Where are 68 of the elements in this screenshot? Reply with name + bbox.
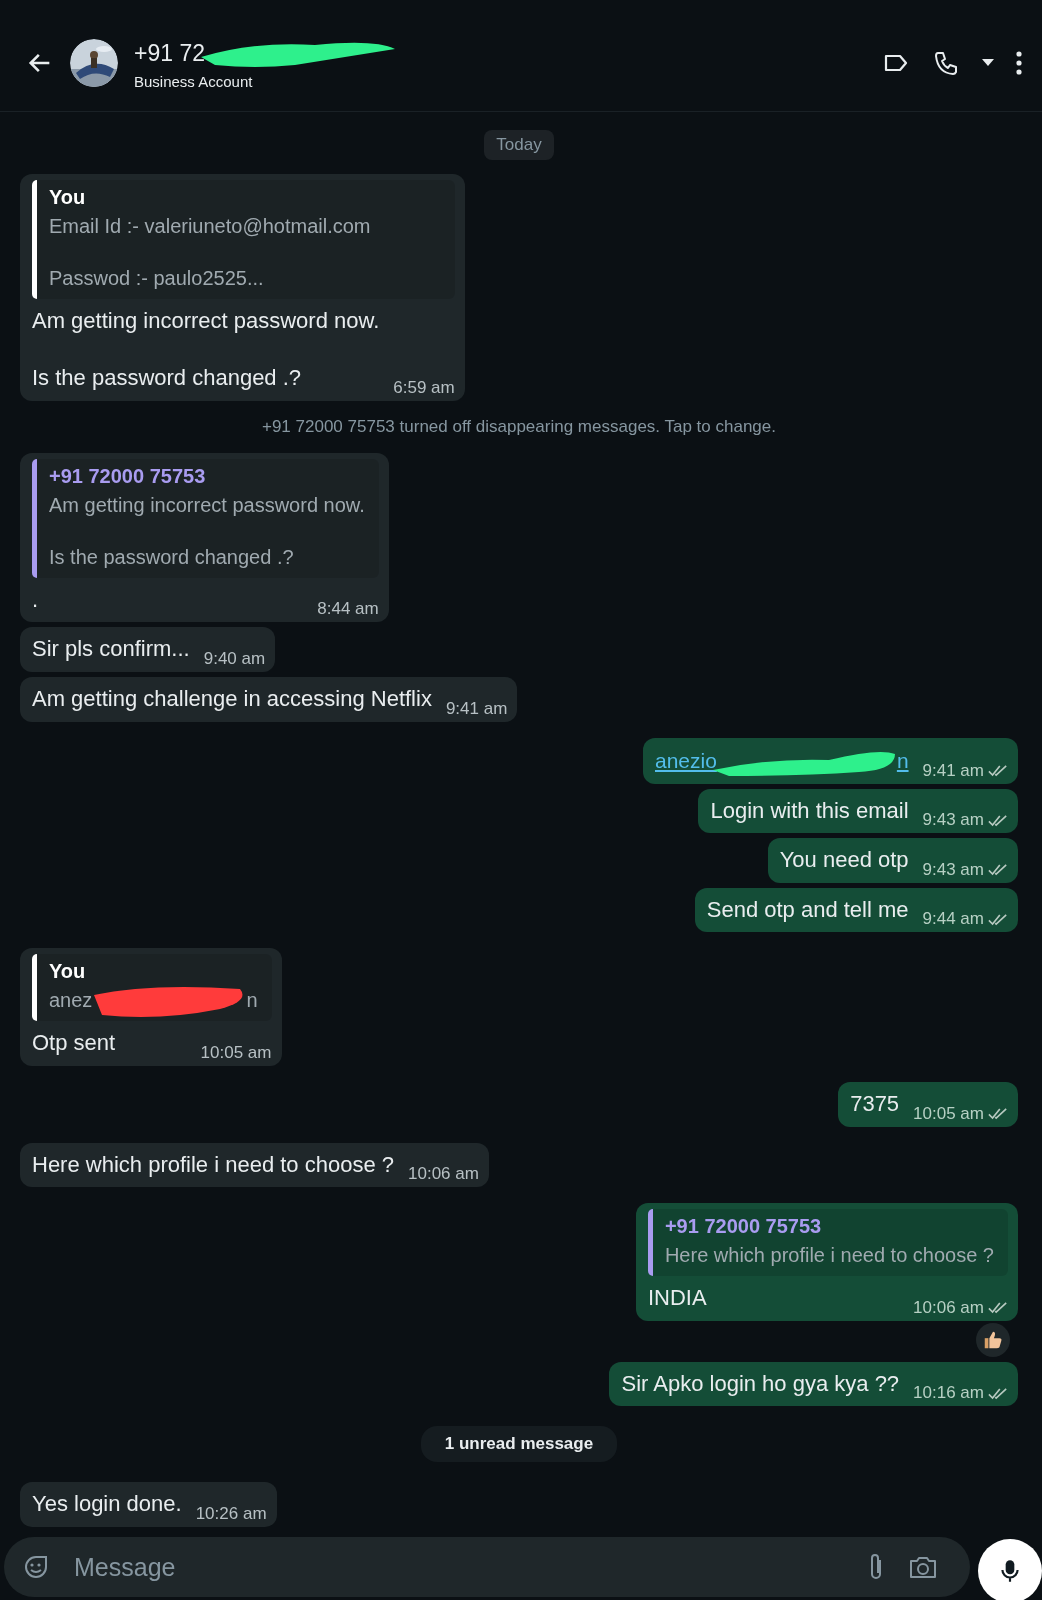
message-text: You need otp [779,846,909,875]
camera-icon[interactable] [908,1554,938,1580]
message-text: Am getting challenge in accessing Netflix [32,684,432,713]
message-bubble[interactable]: +91 72000 75753 Am getting incorrect password now. Is the password changed .? . 8:44 am [20,452,389,623]
message-text: Yes login done. [32,1490,182,1519]
reaction-badge[interactable] [976,1322,1010,1357]
message-time: 10:16 am [913,1383,984,1404]
quote-text: Email Id :- valeriuneto@hotmail.com Passwod :- paulo2525... [49,214,371,291]
quote-text: Here which profile i need to choose ? [664,1243,994,1269]
message-text: Here which profile i need to choose ? [32,1150,394,1179]
message-text: 7375 [850,1089,900,1118]
message-time: 9:43 am [922,859,984,880]
message-time: 10:05 am [913,1103,984,1124]
more-options-icon[interactable] [1016,50,1022,75]
quoted-message[interactable]: You anez n [32,954,272,1022]
account-type: Business Account [134,73,254,90]
message-time: 9:44 am [922,909,984,930]
message-time: 9:41 am [922,760,984,781]
quote-text: n [246,988,258,1014]
sticker-icon[interactable] [22,1553,50,1581]
message-bubble[interactable]: You Email Id :- valeriuneto@hotmail.com Passwod :- paulo2525... Am getting incorrect password now. Is the password changed .? 6:59 am [20,174,465,401]
message-bubble[interactable]: Here which profile i need to choose ? 10:06 am [20,1142,489,1188]
message-text: Login with this email [710,796,909,825]
quoted-message[interactable]: +91 72000 75753 Am getting incorrect password now. Is the password changed .? [32,458,379,578]
message-time: 8:44 am [317,599,379,620]
message-bubble[interactable]: Send otp and tell me 9:44 am [694,887,1018,933]
message-text: Sir pls confirm... [32,635,190,664]
caret-icon[interactable] [982,58,994,67]
date-chip: Today [484,130,554,160]
message-time: 9:43 am [922,810,984,831]
message-time: 9:41 am [445,698,508,719]
quote-author: +91 72000 75753 [664,1215,823,1239]
quote-text: anez [49,988,93,1014]
message-text: INDIA [647,1284,707,1313]
quote-text: Am getting incorrect password now. Is the password changed .? [49,492,365,570]
message-bubble[interactable]: Am getting challenge in accessing Netflix 9:41 am [20,676,518,722]
composer-bar[interactable]: Message [4,1537,970,1597]
contact-name[interactable]: +91 72 [134,39,205,67]
message-bubble[interactable]: Sir Apko login ho gya kya ?? 10:16 am [609,1361,1018,1407]
message-bubble[interactable]: Sir pls confirm... 9:40 am [20,627,276,672]
message-bubble[interactable]: anezio n 9:41 am [643,737,1018,784]
message-time: 10:06 am [408,1164,479,1185]
message-bubble[interactable]: Login with this email 9:43 am [698,788,1018,834]
email-link[interactable]: anezio [655,748,717,773]
message-text: Sir Apko login ho gya kya ?? [621,1369,900,1398]
message-time: 6:59 am [393,377,455,398]
message-time: 10:05 am [200,1042,272,1063]
quote-author: +91 72000 75753 [49,464,207,488]
message-bubble[interactable]: 7375 10:05 am [838,1081,1018,1127]
quoted-message[interactable]: You Email Id :- valeriuneto@hotmail.com Passwod :- paulo2525... [32,180,455,299]
message-time: 10:06 am [913,1297,984,1318]
quote-author: You [49,186,87,209]
message-text: . [32,585,39,614]
message-bubble[interactable]: Yes login done. 10:26 am [20,1482,277,1527]
message-text: Otp sent [32,1029,116,1058]
message-bubble[interactable]: +91 72000 75753 Here which profile i need to choose ? INDIA 10:06 am [635,1203,1018,1321]
unread-banner: 1 unread message [420,1426,618,1463]
message-text: Am getting incorrect password now. Is the password changed .? [32,307,380,393]
quoted-message[interactable]: +91 72000 75753 Here which profile i need to choose ? [647,1209,1008,1277]
message-text: Send otp and tell me [706,895,909,924]
message-time: 9:40 am [203,648,266,669]
quote-author: You [49,960,87,984]
message-input[interactable]: Message [72,1551,844,1583]
email-link[interactable]: n [896,748,909,773]
system-notice[interactable]: +91 72000 75753 turned off disappearing messages. Tap to change. [250,414,788,439]
message-bubble[interactable]: You anez n Otp sent 10:05 am [20,948,282,1066]
message-time: 10:26 am [195,1503,267,1524]
message-bubble[interactable]: You need otp 9:43 am [767,838,1018,883]
